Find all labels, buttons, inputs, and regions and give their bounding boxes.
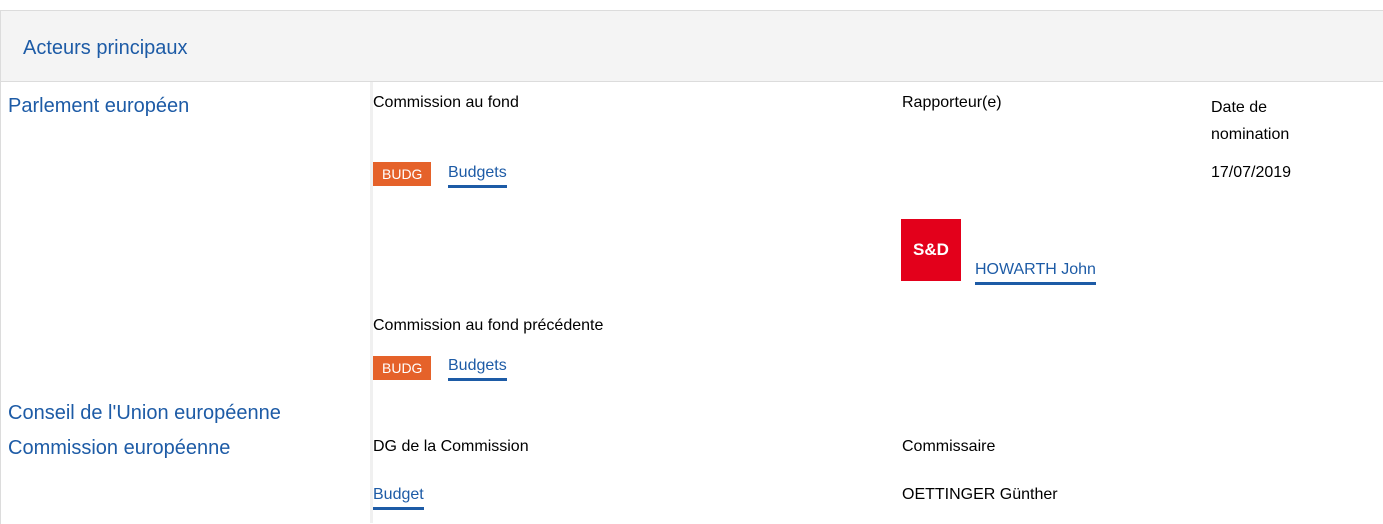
section-header: Acteurs principaux [1, 11, 1383, 82]
committee-header: Commission au fond [373, 94, 519, 111]
institution-parliament: Parlement européen [8, 95, 190, 117]
previous-committee-link[interactable]: Budgets [448, 357, 507, 381]
date-header: Date de nomination [1211, 99, 1290, 143]
party-logo-icon: S&D [901, 219, 961, 281]
dg-header: DG de la Commission [373, 438, 529, 455]
previous-committee-header: Commission au fond précédente [373, 317, 604, 334]
committee-link[interactable]: Budgets [448, 164, 507, 188]
nomination-date: 17/07/2019 [1211, 164, 1292, 181]
column-divider [370, 82, 373, 523]
section-title: Acteurs principaux [23, 37, 188, 59]
rapporteur-link[interactable]: HOWARTH John [975, 261, 1096, 285]
institution-council: Conseil de l'Union européenne [8, 402, 281, 424]
commissioner-header: Commissaire [902, 438, 996, 455]
dg-link[interactable]: Budget [373, 486, 424, 510]
commissioner-name: OETTINGER Günther [902, 486, 1058, 503]
institution-commission: Commission européenne [8, 437, 231, 459]
previous-committee-badge: BUDG [373, 356, 432, 380]
committee-badge: BUDG [373, 162, 432, 186]
rapporteur-header: Rapporteur(e) [902, 94, 1002, 111]
